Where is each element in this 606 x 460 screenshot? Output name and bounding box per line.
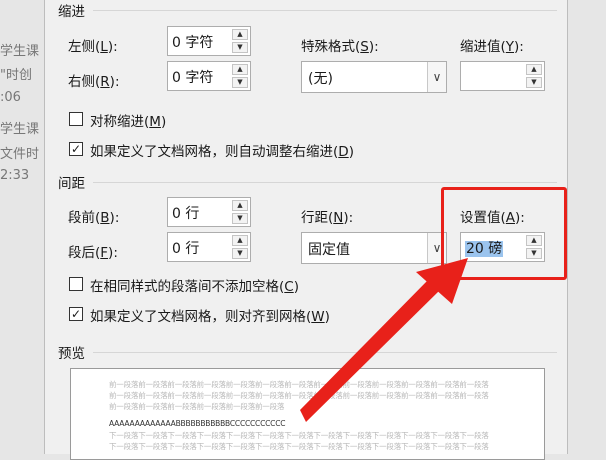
arrow-shaft	[300, 280, 440, 422]
arrow-icon	[300, 258, 468, 422]
